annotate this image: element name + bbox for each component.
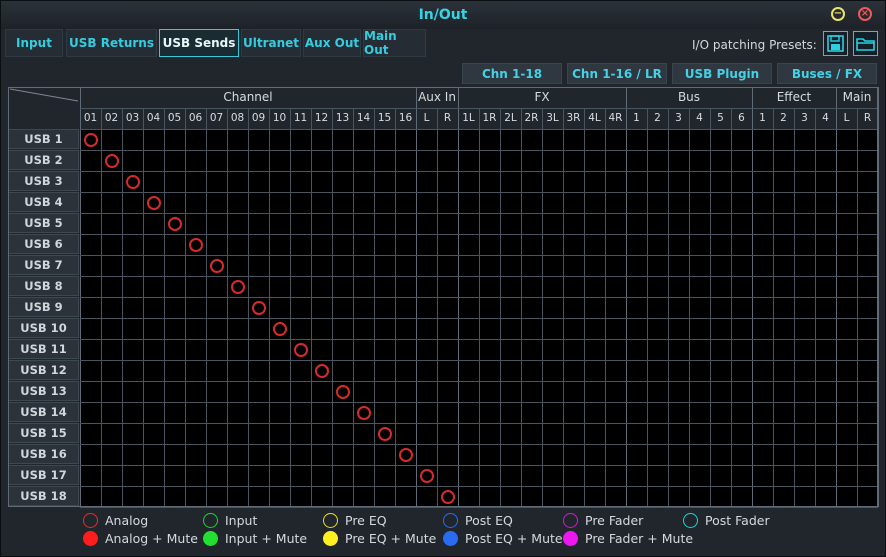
- patch-point[interactable]: [419, 468, 434, 483]
- patch-point[interactable]: [272, 321, 287, 336]
- legend-label: Input: [225, 512, 258, 528]
- legend-swatch: [683, 512, 698, 528]
- legend-item: Pre Fader + Mute: [563, 530, 693, 546]
- patch-point[interactable]: [167, 216, 182, 231]
- tab-main-out[interactable]: Main Out: [363, 29, 426, 57]
- subtab-chn-1-18[interactable]: Chn 1-18: [462, 63, 562, 84]
- legend-label: Post EQ + Mute: [465, 530, 563, 546]
- legend-swatch: [83, 530, 98, 546]
- patch-point[interactable]: [440, 489, 455, 504]
- legend-item: Post Fader: [683, 512, 770, 528]
- legend-item: Input + Mute: [203, 530, 307, 546]
- patch-point[interactable]: [209, 258, 224, 273]
- legend-label: Analog + Mute: [105, 530, 198, 546]
- patch-point[interactable]: [356, 405, 371, 420]
- patch-point[interactable]: [335, 384, 350, 399]
- save-preset-button[interactable]: [823, 31, 848, 56]
- patch-point[interactable]: [125, 174, 140, 189]
- legend-label: Post EQ: [465, 512, 513, 528]
- patch-point[interactable]: [104, 153, 119, 168]
- close-icon[interactable]: ×: [858, 7, 872, 21]
- title-bar: In/Out − ×: [1, 1, 885, 29]
- legend-item: Post EQ + Mute: [443, 530, 563, 546]
- legend-item: Post EQ: [443, 512, 513, 528]
- minimize-icon[interactable]: −: [831, 7, 845, 21]
- legend-item: Analog: [83, 512, 148, 528]
- tab-usb-returns[interactable]: USB Returns: [66, 29, 157, 57]
- tab-usb-sends[interactable]: USB Sends: [159, 29, 239, 57]
- patch-point[interactable]: [398, 447, 413, 462]
- window-title: In/Out: [418, 7, 468, 23]
- legend-swatch: [443, 512, 458, 528]
- legend-swatch: [563, 530, 578, 546]
- legend-item: Analog + Mute: [83, 530, 198, 546]
- patch-point[interactable]: [230, 279, 245, 294]
- legend-label: Analog: [105, 512, 149, 528]
- subtab-buses-fx[interactable]: Buses / FX: [777, 63, 877, 84]
- patch-point[interactable]: [314, 363, 329, 378]
- legend-label: Pre EQ + Mute: [345, 530, 437, 546]
- tab-ultranet[interactable]: Ultranet: [241, 29, 301, 57]
- in-out-window: In/Out − × Input USB Returns USB Sends U…: [0, 0, 886, 557]
- legend-swatch: [203, 512, 218, 528]
- tab-input[interactable]: Input: [5, 29, 63, 57]
- legend-swatch: [323, 512, 338, 528]
- matrix-border: [8, 87, 878, 507]
- legend-swatch: [203, 530, 218, 546]
- routing-matrix: 01 02 03 04 05 06 07 08 09 10 11 12 13 14 15 16 L R 1L 1R 2L…: [8, 87, 879, 508]
- patch-point[interactable]: [293, 342, 308, 357]
- tab-aux-out[interactable]: Aux Out: [303, 29, 361, 57]
- presets-label: I/O patching Presets:: [692, 38, 817, 52]
- grid-line: [80, 507, 878, 508]
- open-preset-button[interactable]: [853, 31, 878, 56]
- patch-point[interactable]: [377, 426, 392, 441]
- legend-swatch: [563, 512, 578, 528]
- patch-point[interactable]: [83, 132, 98, 147]
- legend-swatch: [83, 512, 98, 528]
- legend-swatch: [323, 530, 338, 546]
- subtab-usb-plugin[interactable]: USB Plugin: [672, 63, 772, 84]
- legend-label: Pre Fader + Mute: [585, 530, 694, 546]
- legend-item: Pre EQ: [323, 512, 387, 528]
- legend-item: Pre EQ + Mute: [323, 530, 436, 546]
- floppy-disk-icon: [827, 35, 844, 52]
- legend-item: Pre Fader: [563, 512, 643, 528]
- legend-label: Pre EQ: [345, 512, 387, 528]
- legend-label: Input + Mute: [225, 530, 308, 546]
- legend-swatch: [443, 530, 458, 546]
- patch-point[interactable]: [146, 195, 161, 210]
- folder-icon: [856, 38, 875, 51]
- legend-label: Post Fader: [705, 512, 770, 528]
- subtab-chn-1-16-lr[interactable]: Chn 1-16 / LR: [567, 63, 667, 84]
- grid-line: [878, 87, 879, 507]
- patch-point[interactable]: [188, 237, 203, 252]
- patch-point[interactable]: [251, 300, 266, 315]
- legend-label: Pre Fader: [585, 512, 644, 528]
- legend-item: Input: [203, 512, 257, 528]
